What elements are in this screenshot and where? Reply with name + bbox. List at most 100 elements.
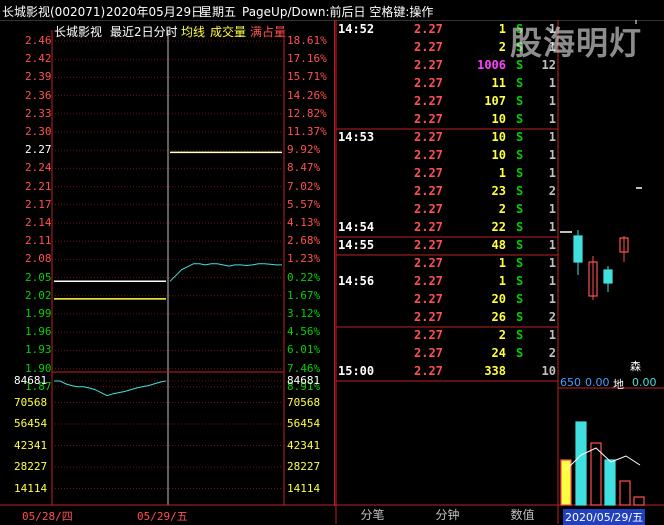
trade-side: S [516,148,524,162]
trade-side: S [516,346,524,360]
price-tick: 2.05 [25,270,52,284]
x-label-day1: 05/28/四 [22,510,73,523]
trade-vol: 48 [491,238,506,252]
candle-body [573,235,583,263]
trade-time: 14:55 [338,238,375,252]
tab-minutes[interactable]: 分钟 [420,506,475,524]
chart-canvas [0,20,664,524]
percent-tick: 4.56% [287,325,321,339]
right-value-b: 0.00 [632,376,657,389]
price-tick: 1.90 [25,361,52,375]
percent-tick: 5.57% [287,197,321,211]
trade-vol: 22 [491,220,506,234]
trade-vol: 24 [491,346,506,360]
trade-n: 1 [548,292,556,306]
percent-tick: 9.92% [287,143,321,157]
percent-tick: 7.02% [287,179,321,193]
price-line-05/28 [54,380,167,397]
percent-tick: 15.71% [287,70,327,84]
trade-time: 14:52 [338,22,375,36]
trade-n: 10 [541,364,556,378]
trade-n: 1 [548,76,556,90]
volume-tick: 42341 [14,438,48,452]
trade-n: 2 [548,310,556,324]
trade-n: 1 [548,166,556,180]
trade-n: 1 [548,130,556,144]
right-date: 2020/05/29/五 [563,509,646,525]
mini-volume-bar [619,480,631,506]
trade-side: S [516,220,524,234]
trade-n: 1 [548,238,556,252]
price-line-05/29 [169,263,282,282]
volume-tick-right: 56454 [287,417,321,430]
trade-side: S [516,76,524,90]
volume-tick: 14114 [14,481,48,495]
trade-vol: 11 [491,76,506,90]
percent-tick: 14.26% [287,88,327,102]
trade-side: S [516,166,524,180]
trade-price: 2.27 [414,184,443,198]
price-tick: 2.17 [25,197,52,211]
trade-side: S [516,256,524,270]
trade-price: 2.27 [414,40,443,54]
trade-price: 2.27 [414,364,443,378]
trade-side: S [516,328,524,342]
volume-tick: 70568 [14,395,48,409]
mini-volume-bar [633,496,645,506]
trade-side: S [516,238,524,252]
percent-tick: 1.23% [287,252,321,266]
tab-ticks[interactable]: 分笔 [345,506,400,524]
percent-tick: 0.22% [287,270,321,284]
volume-tick-right: 28227 [287,460,321,473]
trade-n: 1 [548,328,556,342]
trade-price: 2.27 [414,22,443,36]
trade-price: 2.27 [414,346,443,360]
candle-body [603,269,613,284]
trade-vol: 10 [491,112,506,126]
percent-tick: 17.16% [287,52,327,66]
percent-tick: 11.37% [287,125,327,138]
watermark: 股海明灯 [510,24,643,62]
trade-side: S [516,94,524,108]
percent-tick: 3.12% [287,307,321,320]
trade-side: S [516,274,524,288]
trade-vol: 2 [498,40,506,54]
trade-n: 1 [548,202,556,216]
trade-side: S [516,130,524,144]
price-tick: 2.39 [25,70,52,84]
trade-time: 14:56 [338,274,375,288]
volume-tick: 84681 [14,374,48,387]
volume-tick: 56454 [14,417,48,430]
trade-vol: 107 [484,94,506,108]
trade-price: 2.27 [414,166,443,180]
trade-price: 2.27 [414,94,443,108]
trade-vol: 338 [484,364,506,378]
trade-n: 2 [548,184,556,198]
trade-vol: 1 [498,274,506,288]
trade-price: 2.27 [414,292,443,306]
percent-tick: 12.82% [287,106,327,120]
mini-volume-bar [590,442,602,506]
volume-tick-right: 14114 [287,481,321,495]
percent-tick: 1.67% [287,288,321,302]
trade-price: 2.27 [414,202,443,216]
tab-values[interactable]: 数值 [495,506,550,524]
trade-side: S [516,310,524,324]
mini-volume-bar [604,459,616,506]
volume-tick-right: 42341 [287,438,321,452]
trade-n: 1 [548,220,556,234]
price-tick: 2.11 [25,234,52,248]
percent-tick: 8.47% [287,161,321,175]
trade-price: 2.27 [414,274,443,288]
trade-side: S [516,184,524,198]
price-tick: 2.14 [25,216,52,229]
trade-vol: 1006 [477,58,506,72]
trade-vol: 1 [498,22,506,36]
trade-price: 2.27 [414,112,443,126]
trade-price: 2.27 [414,130,443,144]
percent-tick: 7.46% [287,361,321,375]
price-tick: 2.46 [25,34,52,47]
price-tick: 2.21 [25,179,52,193]
trade-vol: 1 [498,256,506,270]
trade-n: 1 [548,274,556,288]
